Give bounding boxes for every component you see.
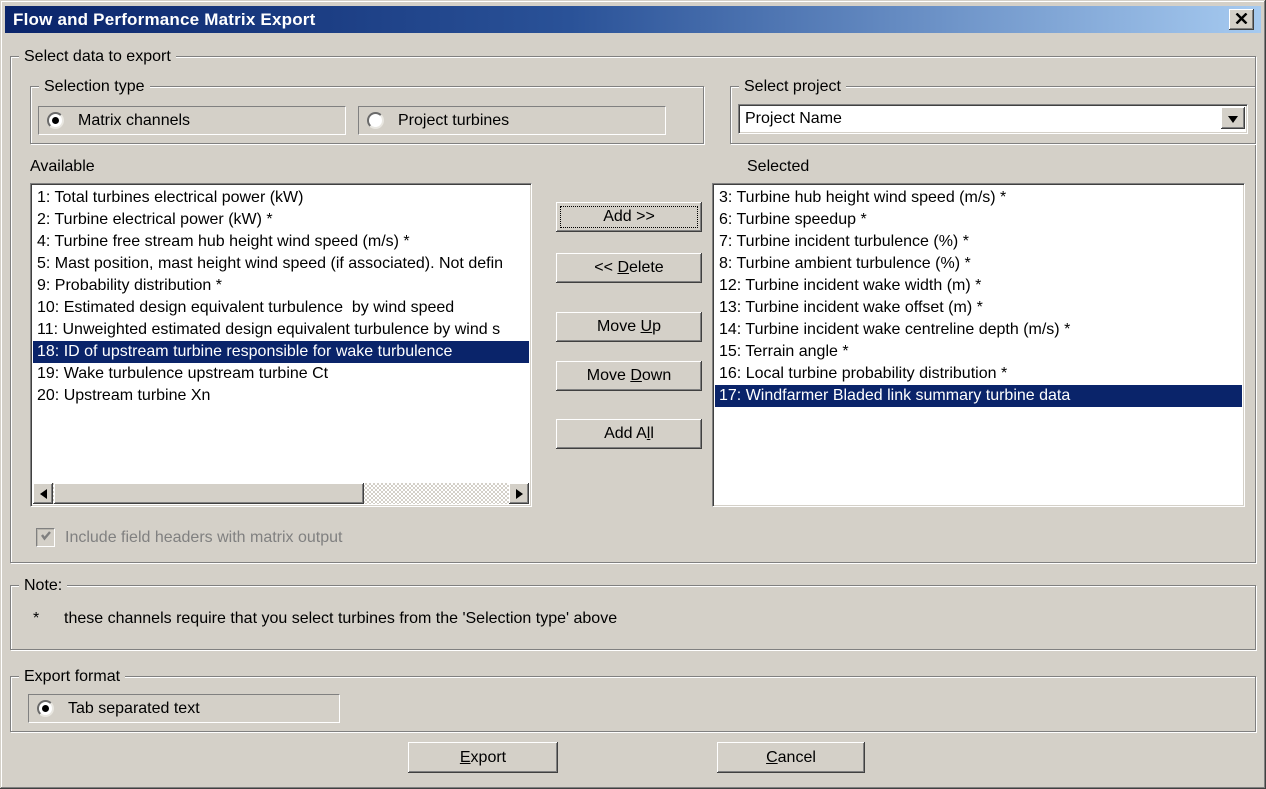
export-dialog: Flow and Performance Matrix Export Selec… bbox=[0, 0, 1266, 789]
list-item[interactable]: 5: Mast position, mast height wind speed… bbox=[33, 253, 529, 275]
scroll-left-icon bbox=[40, 489, 47, 499]
title-bar[interactable]: Flow and Performance Matrix Export bbox=[5, 6, 1261, 33]
select-data-group-label: Select data to export bbox=[19, 47, 176, 66]
list-item[interactable]: 6: Turbine speedup * bbox=[715, 209, 1242, 231]
close-button[interactable] bbox=[1229, 9, 1254, 30]
radio-selected-icon bbox=[37, 700, 54, 717]
list-item[interactable]: 1: Total turbines electrical power (kW) bbox=[33, 187, 529, 209]
scroll-right-button[interactable] bbox=[509, 483, 529, 504]
note-group: Note: * these channels require that you … bbox=[10, 585, 1256, 650]
dropdown-arrow-icon bbox=[1228, 116, 1238, 123]
include-headers-checkbox bbox=[36, 528, 55, 547]
list-item[interactable]: 9: Probability distribution * bbox=[33, 275, 529, 297]
radio-matrix-channels[interactable]: Matrix channels bbox=[38, 106, 346, 135]
note-group-label: Note: bbox=[19, 576, 67, 595]
note-marker: * bbox=[33, 610, 39, 628]
list-item[interactable]: 16: Local turbine probability distributi… bbox=[715, 363, 1242, 385]
list-item[interactable]: 4: Turbine free stream hub height wind s… bbox=[33, 231, 529, 253]
radio-selected-icon bbox=[47, 112, 64, 129]
combobox-dropdown-button[interactable] bbox=[1221, 107, 1245, 129]
move-up-button-label: Move Up bbox=[597, 318, 661, 336]
checkmark-icon bbox=[40, 529, 52, 547]
radio-tab-separated-label: Tab separated text bbox=[68, 700, 200, 718]
scroll-left-button[interactable] bbox=[33, 483, 53, 504]
list-item[interactable]: 10: Estimated design equivalent turbulen… bbox=[33, 297, 529, 319]
list-item-selected[interactable]: 18: ID of upstream turbine responsible f… bbox=[33, 341, 529, 363]
radio-project-turbines[interactable]: Project turbines bbox=[358, 106, 666, 135]
cancel-button[interactable]: Cancel bbox=[717, 742, 865, 773]
list-item[interactable]: 12: Turbine incident wake width (m) * bbox=[715, 275, 1242, 297]
radio-matrix-channels-label: Matrix channels bbox=[78, 112, 190, 130]
selected-listbox[interactable]: 3: Turbine hub height wind speed (m/s) *… bbox=[712, 183, 1245, 507]
list-item[interactable]: 2: Turbine electrical power (kW) * bbox=[33, 209, 529, 231]
dialog-title: Flow and Performance Matrix Export bbox=[5, 10, 315, 30]
add-button-label: Add >> bbox=[603, 208, 655, 226]
add-all-button[interactable]: Add All bbox=[556, 419, 702, 449]
export-format-label: Export format bbox=[19, 667, 125, 686]
move-down-button[interactable]: Move Down bbox=[556, 361, 702, 391]
add-button[interactable]: Add >> bbox=[556, 202, 702, 232]
export-button-label: Export bbox=[460, 749, 506, 767]
list-item-selected[interactable]: 17: Windfarmer Bladed link summary turbi… bbox=[715, 385, 1242, 407]
project-combobox-value: Project Name bbox=[745, 108, 842, 130]
move-down-button-label: Move Down bbox=[587, 367, 672, 385]
project-combobox[interactable]: Project Name bbox=[738, 104, 1248, 134]
list-item[interactable]: 7: Turbine incident turbulence (%) * bbox=[715, 231, 1242, 253]
selection-type-label: Selection type bbox=[39, 77, 150, 96]
scroll-right-icon bbox=[516, 489, 523, 499]
note-text: these channels require that you select t… bbox=[64, 610, 617, 628]
list-item[interactable]: 15: Terrain angle * bbox=[715, 341, 1242, 363]
include-headers-row: Include field headers with matrix output bbox=[36, 528, 342, 547]
delete-button[interactable]: << Delete bbox=[556, 253, 702, 283]
radio-tab-separated[interactable]: Tab separated text bbox=[28, 694, 340, 723]
cancel-button-label: Cancel bbox=[766, 749, 816, 767]
list-item[interactable]: 11: Unweighted estimated design equivale… bbox=[33, 319, 529, 341]
select-project-label: Select project bbox=[739, 77, 846, 96]
list-item[interactable]: 20: Upstream turbine Xn bbox=[33, 385, 529, 407]
available-listbox[interactable]: 1: Total turbines electrical power (kW) … bbox=[30, 183, 532, 507]
list-item[interactable]: 19: Wake turbulence upstream turbine Ct bbox=[33, 363, 529, 385]
radio-unselected-icon bbox=[367, 112, 384, 129]
list-item[interactable]: 13: Turbine incident wake offset (m) * bbox=[715, 297, 1242, 319]
radio-project-turbines-label: Project turbines bbox=[398, 112, 509, 130]
scrollbar-thumb[interactable] bbox=[54, 483, 364, 504]
add-all-button-label: Add All bbox=[604, 425, 654, 443]
horizontal-scrollbar[interactable] bbox=[33, 483, 529, 504]
selected-label: Selected bbox=[747, 158, 809, 176]
delete-button-label: << Delete bbox=[594, 259, 663, 277]
list-item[interactable]: 14: Turbine incident wake centreline dep… bbox=[715, 319, 1242, 341]
list-item[interactable]: 3: Turbine hub height wind speed (m/s) * bbox=[715, 187, 1242, 209]
include-headers-label: Include field headers with matrix output bbox=[65, 529, 342, 547]
close-icon bbox=[1235, 11, 1248, 29]
list-item[interactable]: 8: Turbine ambient turbulence (%) * bbox=[715, 253, 1242, 275]
export-button[interactable]: Export bbox=[408, 742, 558, 773]
move-up-button[interactable]: Move Up bbox=[556, 312, 702, 342]
available-label: Available bbox=[30, 158, 95, 176]
